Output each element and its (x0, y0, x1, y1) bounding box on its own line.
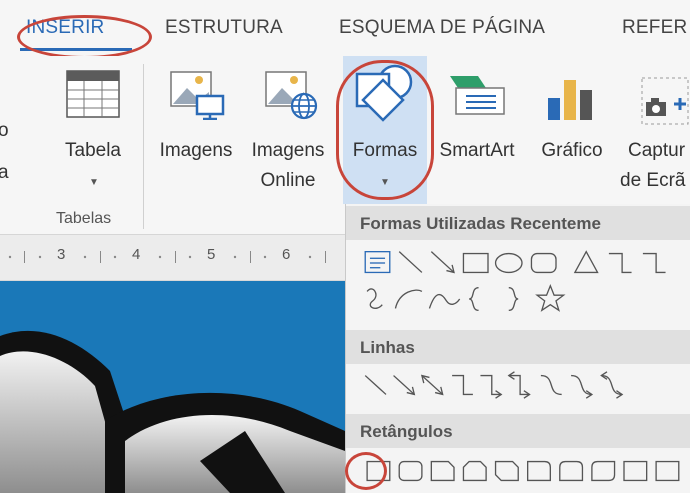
left-edge-text-1: o (0, 120, 9, 141)
rectangles-shapes-row[interactable] (352, 454, 690, 488)
recent-shapes-row-2[interactable] (352, 282, 690, 316)
shapes-gallery-dropdown: Formas Utilizadas Recenteme Linhas Retân… (345, 204, 690, 493)
smartart-label: SmartArt (439, 140, 515, 161)
lines-header: Linhas (346, 330, 690, 364)
captura-label-1: Captur (628, 140, 686, 161)
highlight-circle-inserir (17, 15, 152, 59)
smartart-button[interactable]: SmartArt (430, 56, 524, 196)
lines-header-label: Linhas (360, 338, 415, 357)
tabela-label: Tabela (65, 140, 121, 161)
document-canvas (0, 281, 345, 493)
ruler-number-3: 3 (57, 246, 66, 263)
recent-shapes-header-label: Formas Utilizadas Recenteme (360, 214, 601, 233)
lines-shapes-row[interactable] (352, 368, 690, 402)
rectangles-header: Retângulos (346, 414, 690, 448)
imagens-online-label-2: Online (260, 170, 316, 191)
recent-shapes-header: Formas Utilizadas Recenteme (346, 206, 690, 240)
tab-referencias[interactable]: REFER (622, 17, 687, 39)
imagens-button[interactable]: Imagens (150, 56, 242, 196)
recent-shapes-row-1[interactable] (352, 246, 690, 280)
chart-icon (548, 80, 592, 120)
table-icon (66, 70, 120, 118)
highlight-circle-formas (336, 60, 434, 200)
smartart-icon (450, 76, 505, 115)
captura-de-ecra-button[interactable]: Captur de Ecrã (618, 56, 690, 196)
left-edge-text-2: a (0, 162, 9, 183)
grafico-label: Gráfico (541, 140, 603, 161)
picture-icon (170, 71, 225, 120)
tabela-button[interactable]: Tabela ▼ (52, 56, 134, 196)
rectangles-header-label: Retângulos (360, 422, 453, 441)
ruler-number-6: 6 (282, 246, 291, 263)
imagens-label: Imagens (159, 140, 233, 161)
grafico-button[interactable]: Gráfico (530, 56, 614, 196)
highlight-circle-rectangle (345, 452, 387, 490)
ruler-number-5: 5 (207, 246, 216, 263)
imagens-online-button[interactable]: Imagens Online (242, 56, 334, 196)
canvas-artwork (0, 330, 345, 493)
horizontal-ruler: 3 4 5 6 (0, 235, 345, 281)
imagens-online-label-1: Imagens (251, 140, 325, 161)
tabela-dropdown-arrow: ▼ (89, 177, 99, 188)
ruler-number-4: 4 (132, 246, 141, 263)
tab-estrutura[interactable]: ESTRUTURA (165, 17, 283, 39)
captura-label-2: de Ecrã (620, 170, 686, 191)
online-picture-icon (265, 71, 318, 120)
ruler-tick-marks (8, 251, 326, 263)
tab-esquema-de-pagina[interactable]: ESQUEMA DE PÁGINA (339, 17, 545, 39)
group-separator (143, 64, 144, 229)
tabelas-group-label: Tabelas (56, 210, 112, 227)
camera-icon (641, 77, 689, 125)
